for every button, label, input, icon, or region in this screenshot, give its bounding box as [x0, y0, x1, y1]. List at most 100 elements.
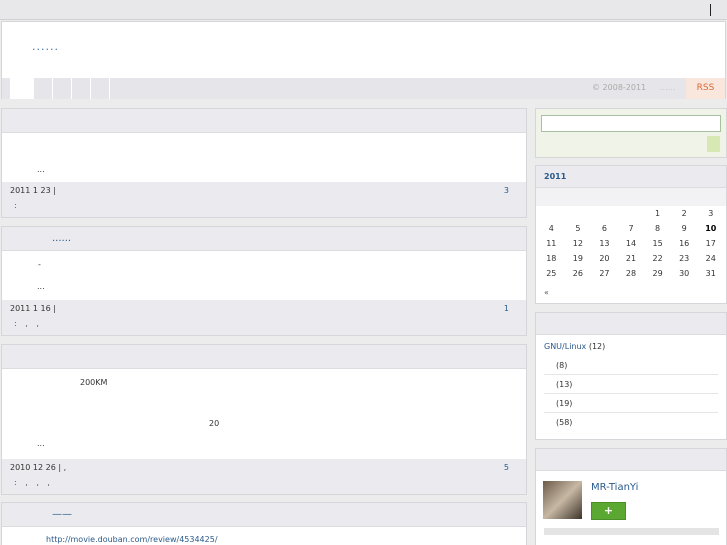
calendar-day-today[interactable]: 10 — [697, 221, 724, 236]
calendar-day[interactable]: 26 — [565, 266, 592, 281]
post-header[interactable] — [2, 345, 526, 369]
top-bar — [0, 0, 727, 20]
search-button[interactable] — [707, 136, 720, 152]
profile-username[interactable]: MR-TianYi — [591, 482, 638, 493]
calendar-header: 2011 — [536, 166, 726, 188]
site-title[interactable]: ...... — [32, 40, 59, 53]
category-count: (19) — [556, 399, 573, 408]
calendar-day[interactable]: 20 — [591, 251, 618, 266]
calendar-day[interactable]: 25 — [538, 266, 565, 281]
post-header[interactable]: —— — [2, 503, 526, 527]
post-excerpt: 200KM — [80, 378, 108, 387]
category-count: (13) — [556, 380, 573, 389]
calendar-day — [591, 206, 618, 221]
category-link[interactable]: GNU/Linux — [544, 342, 586, 351]
calendar-week: 1 2 3 — [538, 206, 724, 221]
post: 200KM 20 ... 2010 12 26 | , 5 : , , , — [1, 344, 527, 495]
calendar-day[interactable]: 2 — [671, 206, 698, 221]
calendar-week: 4 5 6 7 8 9 10 — [538, 221, 724, 236]
post-footer: 2011 1 16 | 1 : , , — [2, 300, 526, 335]
post: ... 2011 1 23 | 3 : — [1, 108, 527, 218]
comment-count[interactable]: 3 — [504, 186, 509, 195]
post-header[interactable]: ...... — [2, 227, 526, 251]
category-count: (58) — [556, 418, 573, 427]
post-tags: : , , — [14, 319, 42, 328]
post-tags: : , , , — [14, 478, 53, 487]
avatar[interactable] — [543, 481, 582, 519]
post-header[interactable] — [2, 109, 526, 133]
calendar-weekday-row — [536, 188, 726, 206]
post-title[interactable]: —— — [52, 509, 72, 520]
calendar-day — [565, 206, 592, 221]
calendar-day[interactable]: 24 — [697, 251, 724, 266]
rss-link[interactable]: RSS — [686, 78, 725, 99]
categories-header — [536, 313, 726, 335]
calendar-day[interactable]: 28 — [618, 266, 645, 281]
site-header: ...... © 2008-2011 ...... RSS — [1, 21, 726, 99]
calendar-day[interactable]: 22 — [644, 251, 671, 266]
calendar-day[interactable]: 19 — [565, 251, 592, 266]
nav-item-1[interactable] — [35, 78, 53, 99]
calendar-week: 11 12 13 14 15 16 17 — [538, 236, 724, 251]
post-footer: 2010 12 26 | , 5 : , , , — [2, 459, 526, 494]
post-excerpt: ... — [37, 165, 45, 174]
nav-bar: © 2008-2011 ...... RSS — [2, 78, 725, 99]
calendar-day[interactable]: 27 — [591, 266, 618, 281]
category-count: (12) — [588, 342, 606, 351]
post: ...... - ... 2011 1 16 | 1 : , , — [1, 226, 527, 336]
comment-count[interactable]: 5 — [504, 463, 509, 472]
post-excerpt: 20 — [209, 419, 220, 428]
calendar-day[interactable]: 12 — [565, 236, 592, 251]
search-widget — [535, 108, 727, 158]
copyright-text: © 2008-2011 — [592, 83, 647, 92]
category-item: (58) — [544, 413, 718, 432]
post-link[interactable]: http://movie.douban.com/review/4534425/ — [46, 535, 218, 544]
calendar-day[interactable]: 3 — [697, 206, 724, 221]
calendar-title[interactable]: 2011 — [544, 172, 566, 181]
calendar-grid: 1 2 3 4 5 6 7 8 9 10 11 12 13 14 15 16 1… — [538, 206, 724, 281]
calendar-day[interactable]: 17 — [697, 236, 724, 251]
calendar-day[interactable]: 6 — [591, 221, 618, 236]
category-item: (19) — [544, 394, 718, 413]
nav-item-3[interactable] — [73, 78, 91, 99]
calendar-day[interactable]: 11 — [538, 236, 565, 251]
category-item: (8) — [544, 356, 718, 375]
post-excerpt: ... — [37, 282, 45, 291]
nav-item-home[interactable] — [10, 78, 34, 99]
category-item: GNU/Linux (12) — [544, 337, 718, 356]
calendar-day[interactable]: 30 — [671, 266, 698, 281]
post-date: 2010 12 26 | , — [10, 463, 67, 472]
calendar-day[interactable]: 13 — [591, 236, 618, 251]
profile-info-bar — [544, 528, 719, 535]
calendar-day[interactable]: 5 — [565, 221, 592, 236]
category-count: (8) — [556, 361, 568, 370]
calendar-day[interactable]: 7 — [618, 221, 645, 236]
calendar-day[interactable]: 14 — [618, 236, 645, 251]
follow-button[interactable]: + — [591, 502, 626, 520]
calendar-day[interactable]: 18 — [538, 251, 565, 266]
category-item: (13) — [544, 375, 718, 394]
calendar-day — [538, 206, 565, 221]
post-date: 2011 1 23 | — [10, 186, 56, 195]
calendar-day[interactable]: 21 — [618, 251, 645, 266]
nav-item-2[interactable] — [54, 78, 72, 99]
comment-count[interactable]: 1 — [504, 304, 509, 313]
profile-widget: MR-TianYi + — [535, 448, 727, 545]
nav-item-4[interactable] — [92, 78, 110, 99]
calendar-prev-link[interactable]: « — [544, 288, 549, 297]
search-input[interactable] — [541, 115, 721, 132]
calendar-day[interactable]: 15 — [644, 236, 671, 251]
calendar-day[interactable]: 8 — [644, 221, 671, 236]
calendar-day[interactable]: 31 — [697, 266, 724, 281]
post-title[interactable]: ...... — [52, 233, 71, 244]
calendar-day[interactable]: 23 — [671, 251, 698, 266]
calendar-day[interactable]: 1 — [644, 206, 671, 221]
post-date: 2011 1 16 | — [10, 304, 56, 313]
calendar-day[interactable]: 16 — [671, 236, 698, 251]
post-tags: : — [14, 201, 20, 210]
calendar-day — [618, 206, 645, 221]
calendar-day[interactable]: 9 — [671, 221, 698, 236]
calendar-day[interactable]: 29 — [644, 266, 671, 281]
calendar-day[interactable]: 4 — [538, 221, 565, 236]
text-cursor — [710, 4, 711, 16]
